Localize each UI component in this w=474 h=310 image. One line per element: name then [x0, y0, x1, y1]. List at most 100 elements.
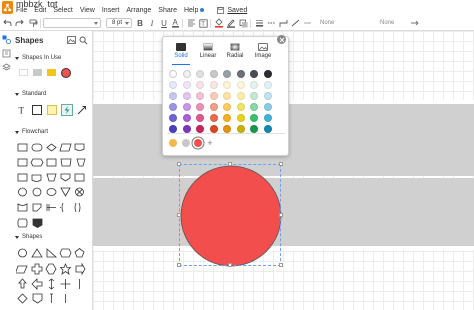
- menu-help[interactable]: Help: [184, 7, 198, 14]
- section-flowchart[interactable]: Flowchart: [15, 129, 48, 135]
- color-swatch[interactable]: [196, 92, 204, 100]
- color-swatch[interactable]: [196, 103, 204, 111]
- color-swatch[interactable]: [263, 103, 272, 111]
- color-swatch[interactable]: [250, 125, 258, 133]
- color-swatch[interactable]: [223, 114, 231, 122]
- color-swatch[interactable]: [223, 103, 231, 111]
- pages-rail-icon[interactable]: [2, 49, 11, 58]
- action-shape[interactable]: [61, 104, 73, 116]
- color-swatch[interactable]: [209, 114, 218, 122]
- color-swatch[interactable]: [196, 70, 204, 78]
- color-swatch[interactable]: [182, 114, 191, 122]
- menu-edit[interactable]: Edit: [34, 7, 46, 14]
- color-swatch[interactable]: [223, 92, 231, 100]
- color-swatch[interactable]: [250, 114, 258, 122]
- tab-solid[interactable]: Solid: [167, 43, 195, 65]
- basic-shapes-grid[interactable]: [16, 246, 92, 308]
- menu-file[interactable]: File: [16, 7, 27, 14]
- road-bottom-lane[interactable]: [93, 178, 474, 246]
- picker-close-icon[interactable]: [277, 35, 286, 44]
- section-shapes-in-use[interactable]: Shapes In Use: [15, 55, 61, 61]
- in-use-yellow-rect[interactable]: [47, 69, 56, 76]
- arrow-end-icon[interactable]: [410, 18, 420, 28]
- color-swatch[interactable]: [209, 125, 218, 133]
- color-swatch[interactable]: [236, 103, 245, 111]
- color-swatch[interactable]: [169, 81, 177, 89]
- underline-icon[interactable]: U: [159, 18, 169, 28]
- fill-color-icon[interactable]: [214, 18, 224, 28]
- line-start-select[interactable]: None: [320, 18, 334, 28]
- color-swatch[interactable]: [169, 103, 177, 111]
- tab-linear[interactable]: Linear: [194, 43, 222, 65]
- color-swatch[interactable]: [263, 125, 272, 133]
- color-swatch[interactable]: [223, 70, 231, 78]
- color-swatch[interactable]: [263, 70, 272, 78]
- color-swatch[interactable]: [236, 81, 245, 89]
- format-painter-icon[interactable]: [28, 18, 38, 28]
- resize-handle-n[interactable]: [228, 162, 232, 166]
- color-swatch[interactable]: [182, 103, 191, 111]
- resize-handle-nw[interactable]: [177, 162, 181, 166]
- font-color-icon[interactable]: A: [170, 18, 180, 28]
- color-swatch[interactable]: [250, 92, 258, 100]
- resize-handle-se[interactable]: [279, 263, 283, 267]
- align-icon[interactable]: [186, 18, 196, 28]
- font-size-select[interactable]: 8 pt: [106, 18, 132, 28]
- resize-handle-e[interactable]: [279, 213, 283, 217]
- add-color-icon[interactable]: +: [206, 139, 214, 148]
- bold-icon[interactable]: B: [135, 18, 145, 28]
- saved-status[interactable]: Saved: [217, 7, 247, 14]
- shadow-icon[interactable]: [238, 18, 248, 28]
- line-width-icon[interactable]: [254, 18, 264, 28]
- connector-style-icon[interactable]: [278, 18, 288, 28]
- menu-insert[interactable]: Insert: [102, 7, 120, 14]
- note-shape[interactable]: [47, 105, 57, 115]
- recent-color-swatch[interactable]: [181, 139, 190, 147]
- color-swatch[interactable]: [263, 92, 272, 100]
- color-swatch[interactable]: [223, 125, 231, 133]
- image-library-icon[interactable]: [67, 36, 76, 44]
- color-swatch[interactable]: [236, 92, 245, 100]
- color-swatch[interactable]: [169, 114, 177, 122]
- tab-radial[interactable]: Radial: [221, 43, 249, 65]
- color-swatch[interactable]: [236, 125, 245, 133]
- color-swatch[interactable]: [250, 70, 258, 78]
- color-swatch[interactable]: [182, 70, 191, 78]
- color-swatch[interactable]: [169, 92, 177, 100]
- resize-handle-s[interactable]: [228, 263, 232, 267]
- waypoint-icon[interactable]: [290, 18, 300, 28]
- color-swatch[interactable]: [263, 114, 272, 122]
- in-use-red-circle[interactable]: [61, 68, 71, 78]
- color-swatch[interactable]: [169, 70, 177, 78]
- rectangle-shape[interactable]: [32, 105, 42, 115]
- color-swatch[interactable]: [209, 92, 218, 100]
- italic-icon[interactable]: I: [147, 18, 157, 28]
- color-swatch[interactable]: [182, 81, 191, 89]
- line-start-icon[interactable]: [302, 18, 312, 28]
- color-swatch[interactable]: [196, 125, 204, 133]
- color-swatch[interactable]: [250, 103, 258, 111]
- color-swatch[interactable]: [209, 103, 218, 111]
- recent-color-swatch[interactable]: [194, 139, 202, 147]
- menu-arrange[interactable]: Arrange: [126, 7, 151, 14]
- line-end-select[interactable]: None: [380, 18, 394, 28]
- shapes-rail-icon[interactable]: [2, 35, 11, 44]
- redo-icon[interactable]: [14, 18, 24, 28]
- menu-select[interactable]: Select: [53, 7, 72, 14]
- text-shape[interactable]: T: [17, 105, 27, 116]
- resize-handle-ne[interactable]: [279, 162, 283, 166]
- color-swatch[interactable]: [182, 92, 191, 100]
- menu-view[interactable]: View: [80, 7, 95, 14]
- section-shapes[interactable]: Shapes: [15, 234, 42, 240]
- resize-handle-sw[interactable]: [177, 263, 181, 267]
- color-swatch[interactable]: [196, 81, 204, 89]
- line-color-icon[interactable]: [226, 18, 236, 28]
- connector-shape[interactable]: [77, 105, 87, 115]
- color-swatch[interactable]: [182, 125, 191, 133]
- color-swatch[interactable]: [209, 81, 218, 89]
- menu-share[interactable]: Share: [158, 7, 177, 14]
- color-swatch[interactable]: [196, 114, 204, 122]
- in-use-gray-rect[interactable]: [33, 69, 42, 76]
- line-style-icon[interactable]: [266, 18, 276, 28]
- color-swatch[interactable]: [169, 125, 177, 133]
